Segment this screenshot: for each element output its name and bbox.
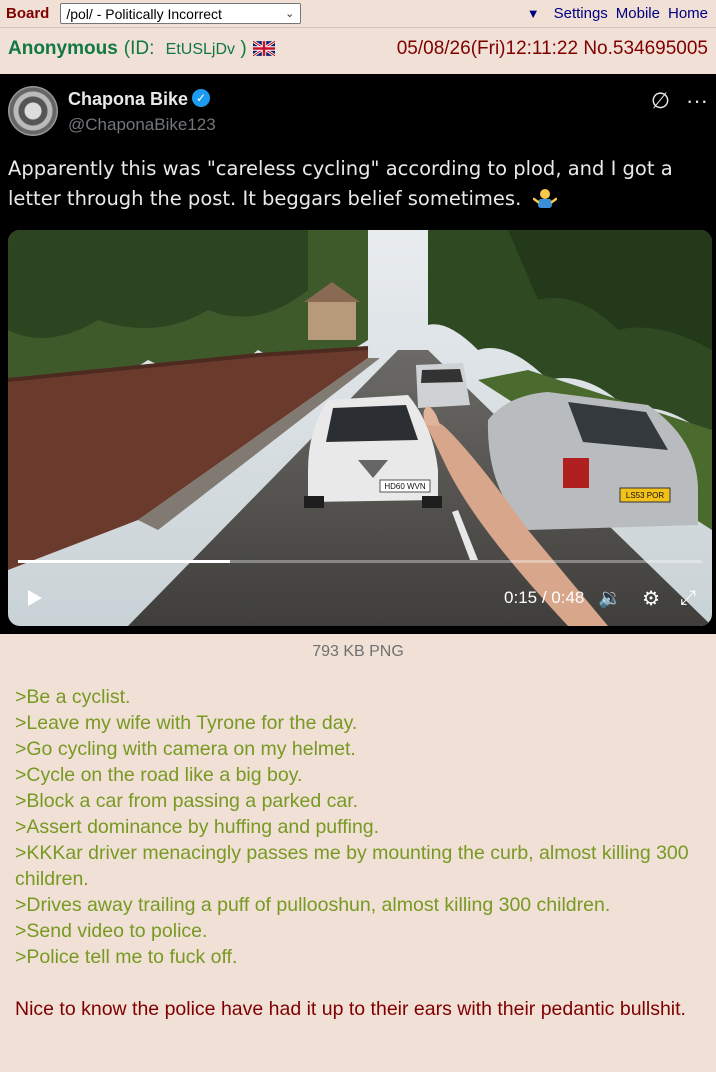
id-suffix: ) [240, 38, 247, 59]
volume-icon[interactable]: 🔉 [598, 586, 622, 610]
greentext-line: >Block a car from passing a parked car. [15, 790, 359, 812]
plate-right-text: LS53 POR [626, 491, 664, 500]
post-header: Anonymous (ID: EtUSLjDv ) 05/08/26(Fri)1… [0, 29, 716, 69]
video-progress-fill [18, 560, 231, 563]
post-comment: >Be a cyclist. >Leave my wife with Tyron… [15, 684, 705, 1022]
greentext-line: >Drives away trailing a puff of pulloosh… [15, 894, 611, 916]
video-frame: HD60 WVN LS53 POR [8, 230, 712, 626]
more-options-icon: ··· [686, 88, 708, 113]
file-info: 793 KB PNG [312, 643, 404, 660]
play-icon[interactable] [28, 590, 42, 606]
post-image[interactable]: Chapona Bike ✓ @ChaponaBike123 ∅ ··· Appa… [0, 74, 716, 634]
greentext-line: >Police tell me to fuck off. [15, 946, 238, 968]
board-select[interactable]: /pol/ - Politically Incorrect ⌄ [60, 3, 302, 24]
greentext-line: >Go cycling with camera on my helmet. [15, 738, 356, 760]
home-link[interactable]: Home [668, 5, 708, 22]
tweet-display-name: Chapona Bike ✓ [68, 89, 211, 110]
verified-badge-icon: ✓ [192, 89, 211, 108]
greentext-line: >KKKar driver menacingly passes me by mo… [15, 842, 689, 890]
video-progress-track[interactable] [18, 560, 702, 563]
shrug-emoji-icon [533, 189, 558, 208]
video-time: 0:15 / 0:48 [504, 588, 585, 607]
board-label: Board [6, 5, 50, 22]
poster-id[interactable]: EtUSLjDv [166, 41, 235, 58]
top-navigation-bar: Board /pol/ - Politically Incorrect ⌄ ▼ … [0, 0, 716, 28]
greentext-line: >Cycle on the road like a big boy. [15, 764, 303, 786]
video-player[interactable]: HD60 WVN LS53 POR 0:15 / 0:48 🔉 ⚙ ⤢ [8, 230, 712, 626]
video-controls: 0:15 / 0:48 🔉 ⚙ ⤢ [8, 580, 712, 616]
fullscreen-icon[interactable]: ⤢ [680, 587, 696, 610]
greentext-line: >Assert dominance by huffing and puffing… [15, 816, 380, 838]
id-prefix: (ID: [123, 38, 155, 59]
top-nav-links: ▼ Settings Mobile Home [527, 5, 708, 22]
gear-icon[interactable]: ⚙ [642, 586, 660, 611]
tweet-display-name-text: Chapona Bike [68, 89, 189, 109]
triangle-down-icon[interactable]: ▼ [527, 6, 540, 21]
greentext-line: >Send video to police. [15, 920, 208, 942]
comment-closing: Nice to know the police have had it up t… [15, 998, 686, 1020]
tweet-text: Apparently this was "careless cycling" a… [8, 154, 698, 214]
greentext-line: >Leave my wife with Tyrone for the day. [15, 712, 358, 734]
settings-link[interactable]: Settings [554, 5, 608, 22]
board-select-value: /pol/ - Politically Incorrect [66, 5, 222, 22]
poster-name: Anonymous [8, 38, 118, 59]
plate-left-text: HD60 WVN [384, 482, 426, 491]
mobile-link[interactable]: Mobile [616, 5, 660, 22]
post-datetime-number[interactable]: 05/08/26(Fri)12:11:22 No.534695005 [397, 38, 708, 60]
uk-flag-icon [252, 40, 275, 56]
tweet-handle: @ChaponaBike123 [68, 115, 216, 134]
poster-id-wrapper: (ID: EtUSLjDv ) [124, 38, 247, 60]
avatar [8, 86, 58, 136]
chevron-down-icon: ⌄ [285, 8, 295, 20]
tweet-icons: ∅ ··· [651, 88, 708, 114]
tweet-text-content: Apparently this was "careless cycling" a… [8, 157, 673, 210]
greentext-line: >Be a cyclist. [15, 686, 131, 708]
grok-icon: ∅ [650, 88, 671, 113]
